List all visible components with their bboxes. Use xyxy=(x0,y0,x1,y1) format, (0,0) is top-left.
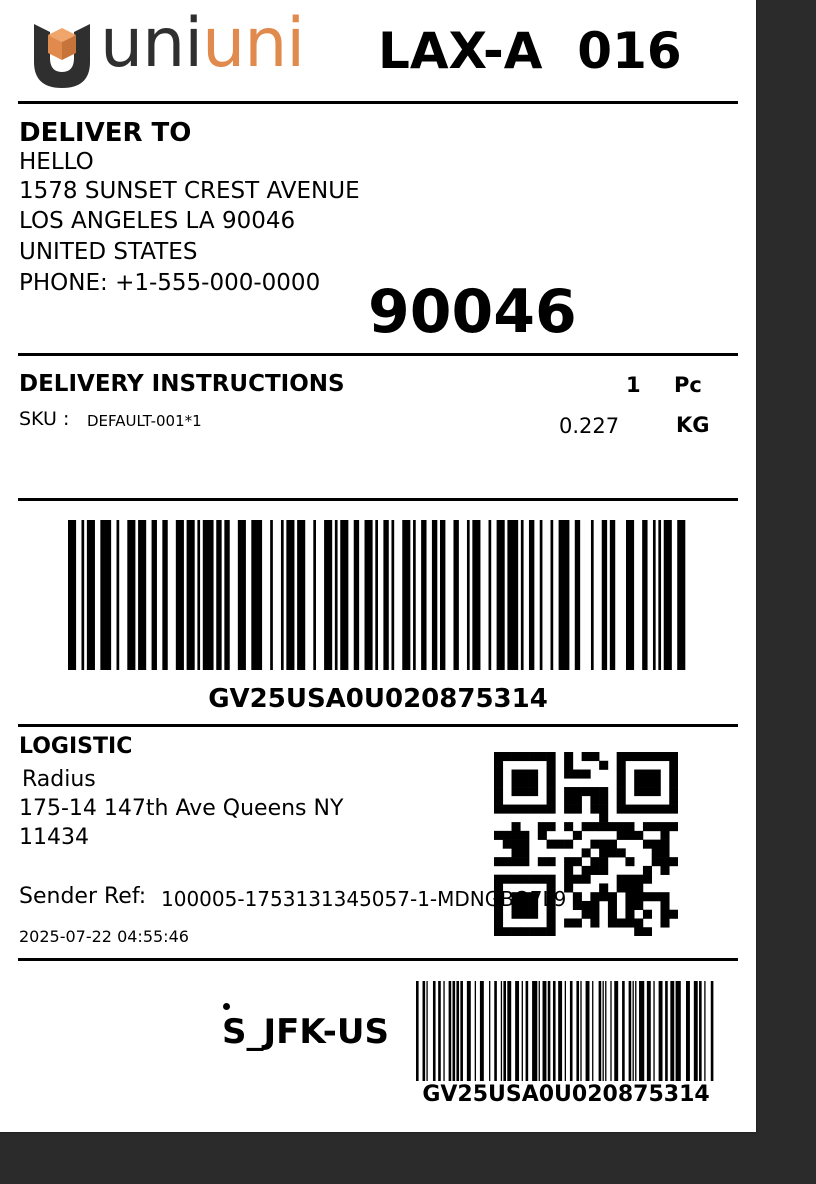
quantity: 1 xyxy=(626,373,641,397)
divider xyxy=(18,353,738,356)
recipient-city: LOS ANGELES LA 90046 xyxy=(19,208,296,234)
weight-unit: KG xyxy=(676,413,710,437)
zip-code-large: 90046 xyxy=(368,277,577,347)
logistic-address-line2: 11434 xyxy=(19,825,89,850)
sort-dot-icon xyxy=(223,1003,230,1010)
sender-ref-value: 100005-1753131345057-1-MDNGBQ7L9 xyxy=(161,887,567,911)
recipient-phone: PHONE: +1-555-000-0000 xyxy=(19,270,321,296)
footer-barcode-image xyxy=(416,981,714,1081)
logistic-heading: LOGISTIC xyxy=(19,734,133,759)
recipient-name: HELLO xyxy=(19,149,94,175)
weight: 0.227 xyxy=(559,414,620,438)
divider xyxy=(18,101,738,104)
recipient-country: UNITED STATES xyxy=(19,239,198,265)
sku-label: SKU : xyxy=(19,408,70,430)
delivery-instructions-heading: DELIVERY INSTRUCTIONS xyxy=(19,371,345,397)
timestamp: 2025-07-22 04:55:46 xyxy=(19,927,189,946)
sort-code: S_JFK-US xyxy=(222,1012,389,1052)
main-barcode-text: GV25USA0U020875314 xyxy=(208,684,548,714)
recipient-street: 1578 SUNSET CREST AVENUE xyxy=(19,178,360,204)
quantity-unit: Pc xyxy=(674,373,702,397)
shipping-label: uniuni LAX-A 016 DELIVER TO HELLO 1578 S… xyxy=(0,0,756,1132)
logistic-carrier: Radius xyxy=(22,767,96,792)
deliver-to-heading: DELIVER TO xyxy=(19,118,192,148)
route-code: LAX-A 016 xyxy=(378,22,682,80)
divider xyxy=(18,498,738,501)
brand-logo-text: uniuni xyxy=(100,4,305,83)
divider xyxy=(18,724,738,727)
uniuni-logo-icon xyxy=(34,24,90,88)
footer-barcode-text: GV25USA0U020875314 xyxy=(422,1082,710,1107)
logistic-address-line1: 175-14 147th Ave Queens NY xyxy=(19,796,344,821)
main-barcode-image xyxy=(68,520,686,670)
sku-value: DEFAULT-001*1 xyxy=(87,412,202,430)
sender-ref-label: Sender Ref: xyxy=(19,884,147,909)
divider xyxy=(18,958,738,961)
